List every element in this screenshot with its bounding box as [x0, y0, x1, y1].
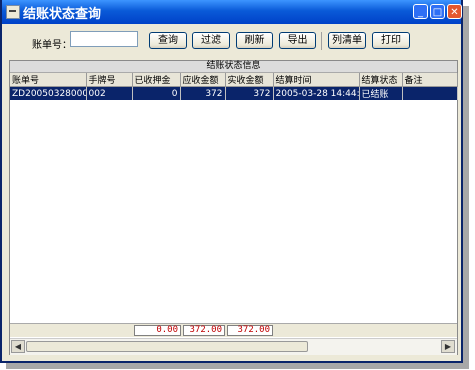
- cell-received[interactable]: 372: [225, 86, 274, 100]
- filter-button[interactable]: 过滤: [192, 32, 230, 49]
- cell-status[interactable]: 已结账: [359, 86, 403, 100]
- total-deposit: 0.00: [134, 325, 181, 336]
- table-row[interactable]: ZD200503280001 002 0 372 372 2005-03-28 …: [10, 86, 458, 100]
- column-header-remark[interactable]: 备注: [402, 73, 458, 87]
- toolbar-separator: [321, 32, 322, 50]
- query-button[interactable]: 查询: [149, 32, 187, 49]
- account-label: 账单号：: [32, 40, 72, 51]
- column-header-plate-no[interactable]: 手牌号: [86, 73, 133, 87]
- window-shadow-bottom: [6, 363, 469, 369]
- maximize-button[interactable]: □: [430, 4, 445, 19]
- column-header-settle-time[interactable]: 结算时间: [273, 73, 360, 87]
- grid-header-row: 账单号 手牌号 已收押金 应收金额 实收金额 结算时间 结算状态 备注: [10, 73, 458, 87]
- column-header-deposit[interactable]: 已收押金: [132, 73, 181, 87]
- query-toolbar: 账单号： 查询 过滤 刷新 导出 列清单 打印: [12, 31, 452, 57]
- cell-bill-no[interactable]: ZD200503280001: [10, 86, 87, 100]
- column-header-received[interactable]: 实收金额: [225, 73, 274, 87]
- cell-plate-no[interactable]: 002: [86, 86, 133, 100]
- horizontal-scrollbar[interactable]: ◀ ▶: [10, 338, 457, 355]
- cell-deposit[interactable]: 0: [132, 86, 181, 100]
- column-header-receivable[interactable]: 应收金额: [180, 73, 226, 87]
- window-title: 结账状态查询: [23, 7, 102, 22]
- close-button[interactable]: ✕: [447, 4, 462, 19]
- column-header-bill-no[interactable]: 账单号: [10, 73, 87, 87]
- query-window: 结账状态查询 _ □ ✕ 账单号： 查询 过滤 刷新 导出 列清单 打印 结账状…: [0, 0, 463, 363]
- status-grid: 账单号 手牌号 已收押金 应收金额 实收金额 结算时间 结算状态 备注 ZD20…: [10, 73, 458, 100]
- total-received: 372.00: [227, 325, 273, 336]
- window-icon[interactable]: [6, 5, 20, 19]
- cell-receivable[interactable]: 372: [180, 86, 226, 100]
- scroll-right-icon[interactable]: ▶: [441, 340, 455, 353]
- scroll-left-icon[interactable]: ◀: [11, 340, 25, 353]
- export-button[interactable]: 导出: [279, 32, 316, 49]
- column-list-button[interactable]: 列清单: [328, 32, 366, 49]
- refresh-button[interactable]: 刷新: [236, 32, 273, 49]
- total-receivable: 372.00: [183, 325, 225, 336]
- cell-settle-time[interactable]: 2005-03-28 14:44:5: [273, 86, 360, 100]
- window-shadow-right: [463, 6, 469, 366]
- totals-bar: 0.00 372.00 372.00: [10, 323, 457, 337]
- cell-remark[interactable]: [402, 86, 458, 100]
- minimize-button[interactable]: _: [413, 4, 428, 19]
- account-input[interactable]: [70, 31, 138, 47]
- scroll-thumb[interactable]: [26, 341, 308, 352]
- column-header-status[interactable]: 结算状态: [359, 73, 403, 87]
- title-bar[interactable]: 结账状态查询 _ □ ✕: [2, 0, 462, 24]
- grid-caption: 结账状态信息: [10, 61, 457, 73]
- print-button[interactable]: 打印: [372, 32, 410, 49]
- status-grid-panel: 结账状态信息 账单号 手牌号 已收押金 应收金额 实收金额 结算时间 结算状态 …: [9, 60, 458, 355]
